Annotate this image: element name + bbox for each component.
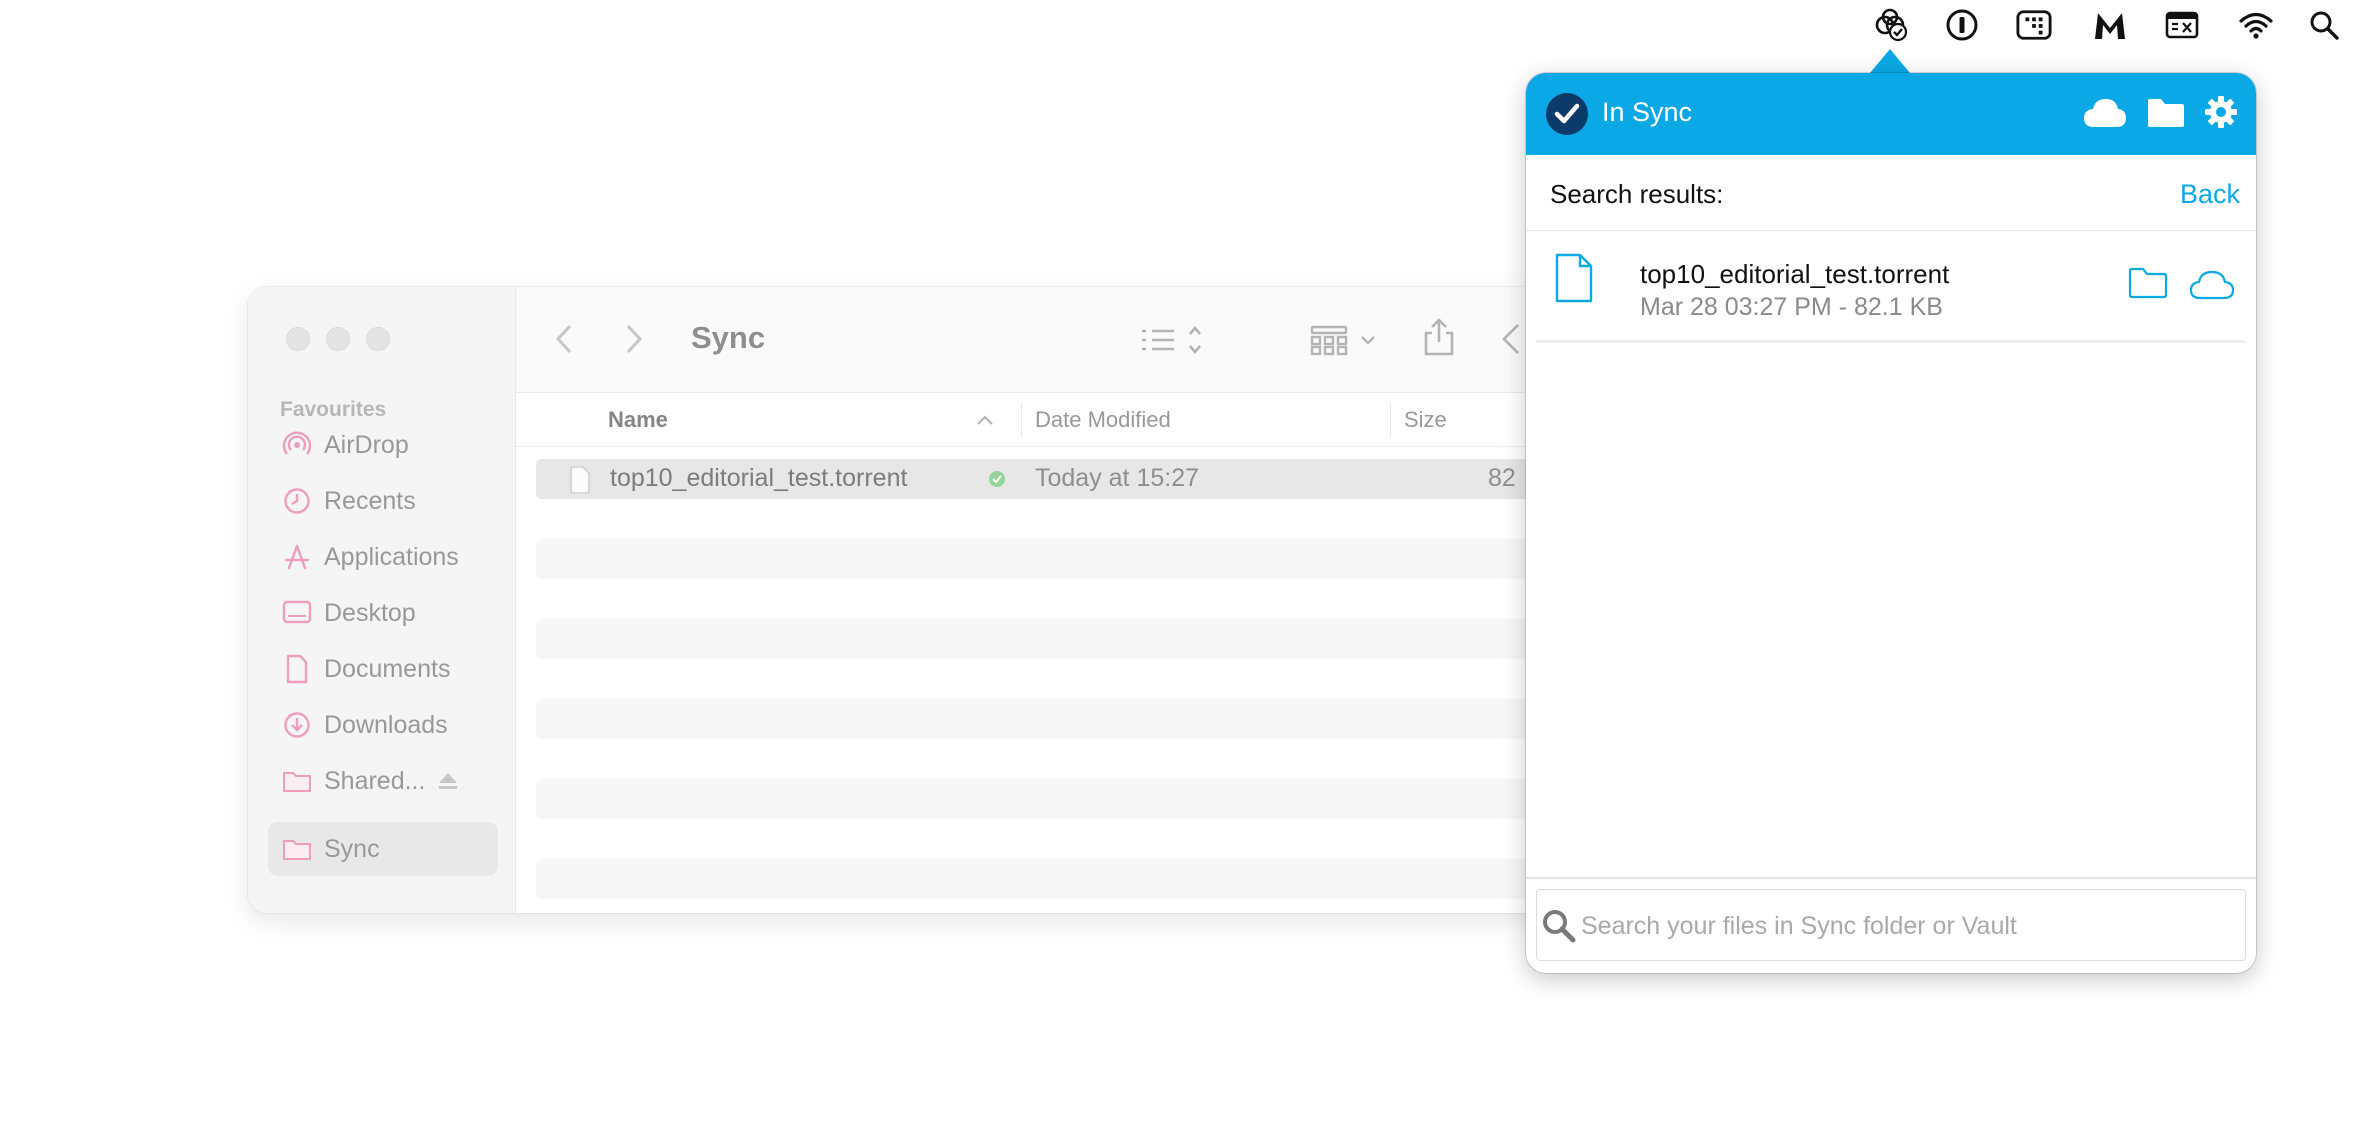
sidebar-item-label: Sync bbox=[324, 834, 380, 863]
sidebar-item-label: Documents bbox=[324, 654, 451, 683]
search-results-title: Search results: bbox=[1550, 179, 1724, 209]
clock-icon bbox=[280, 484, 314, 518]
search-icon bbox=[1539, 906, 1579, 946]
search-results-bar: Search results: Back bbox=[1526, 155, 2256, 231]
sidebar-item-sync[interactable]: Sync bbox=[268, 822, 498, 876]
file-name: top10_editorial_test.torrent bbox=[610, 464, 908, 492]
sync-status-text: In Sync bbox=[1602, 97, 1693, 127]
download-icon bbox=[280, 708, 314, 742]
sidebar-item-label: Recents bbox=[324, 486, 416, 515]
gear-icon[interactable] bbox=[2204, 95, 2238, 129]
table-row bbox=[536, 779, 1548, 819]
column-header: Name Date Modified Size bbox=[516, 393, 1548, 447]
file-date-modified: Today at 15:27 bbox=[1035, 464, 1200, 492]
share-icon[interactable] bbox=[1422, 317, 1456, 357]
airdrop-icon bbox=[280, 428, 314, 462]
applications-icon bbox=[280, 540, 314, 574]
sort-ascending-icon[interactable] bbox=[976, 413, 994, 427]
column-date-modified[interactable]: Date Modified bbox=[1035, 393, 1171, 447]
popover-arrow bbox=[1870, 49, 1910, 73]
document-icon bbox=[1554, 253, 1594, 303]
table-row bbox=[536, 699, 1548, 739]
column-size[interactable]: Size bbox=[1404, 393, 1447, 447]
sidebar-item-downloads[interactable]: Downloads bbox=[268, 698, 498, 752]
finder-toolbar: Sync bbox=[516, 287, 1548, 393]
folder-icon bbox=[280, 832, 314, 866]
desktop-icon bbox=[280, 596, 314, 630]
result-file-meta: Mar 28 03:27 PM - 82.1 KB bbox=[1640, 293, 1943, 321]
malwarebytes-icon[interactable] bbox=[2092, 8, 2128, 42]
cloud-icon[interactable] bbox=[2188, 269, 2236, 301]
search-input[interactable] bbox=[1581, 904, 2221, 948]
zoom-window-button[interactable] bbox=[366, 327, 390, 351]
synced-check-icon bbox=[988, 470, 1006, 488]
sidebar-item-airdrop[interactable]: AirDrop bbox=[268, 418, 498, 472]
finder-sidebar: Favourites AirDrop Recents Applications … bbox=[248, 287, 516, 913]
sync-popover: In Sync Search results: Back top10_edito… bbox=[1526, 73, 2256, 973]
popover-header: In Sync bbox=[1526, 73, 2256, 155]
window-title: Sync bbox=[691, 320, 766, 355]
back-chevron-icon[interactable] bbox=[554, 323, 574, 355]
sidebar-item-recents[interactable]: Recents bbox=[268, 474, 498, 528]
sync-menubar-icon[interactable] bbox=[1872, 8, 1908, 42]
sidebar-item-label: Downloads bbox=[324, 710, 448, 739]
table-row bbox=[536, 619, 1548, 659]
sidebar-item-documents[interactable]: Documents bbox=[268, 642, 498, 696]
popover-footer bbox=[1526, 877, 2256, 973]
eject-icon[interactable] bbox=[437, 771, 459, 791]
forward-chevron-icon[interactable] bbox=[624, 323, 644, 355]
sidebar-item-label: Desktop bbox=[324, 598, 416, 627]
close-window-button[interactable] bbox=[286, 327, 310, 351]
column-name[interactable]: Name bbox=[608, 393, 668, 447]
spotlight-search-icon[interactable] bbox=[2306, 8, 2342, 42]
wifi-icon[interactable] bbox=[2238, 8, 2274, 42]
minimize-window-button[interactable] bbox=[326, 327, 350, 351]
grid-app-icon[interactable] bbox=[2016, 8, 2052, 42]
list-view-icon[interactable] bbox=[1138, 323, 1208, 357]
result-file-name: top10_editorial_test.torrent bbox=[1640, 259, 1950, 289]
finder-window: Favourites AirDrop Recents Applications … bbox=[248, 287, 1548, 913]
sync-status-check-icon bbox=[1546, 93, 1588, 135]
table-row bbox=[536, 859, 1548, 899]
cloud-icon[interactable] bbox=[2082, 95, 2128, 131]
file-size: 82 bbox=[1488, 464, 1516, 492]
show-in-folder-icon[interactable] bbox=[2128, 267, 2168, 299]
sidebar-item-desktop[interactable]: Desktop bbox=[268, 586, 498, 640]
onepassword-icon[interactable] bbox=[1944, 8, 1980, 42]
sidebar-item-label: Shared... bbox=[324, 766, 426, 795]
back-button[interactable]: Back bbox=[2180, 179, 2240, 210]
folder-icon[interactable] bbox=[2146, 97, 2186, 129]
sidebar-item-label: AirDrop bbox=[324, 430, 409, 459]
sidebar-item-applications[interactable]: Applications bbox=[268, 530, 498, 584]
document-icon bbox=[568, 465, 592, 495]
group-view-icon[interactable] bbox=[1308, 323, 1382, 357]
table-row bbox=[536, 539, 1548, 579]
folder-icon bbox=[280, 764, 314, 798]
window-manager-icon[interactable] bbox=[2164, 8, 2200, 42]
sidebar-item-label: Applications bbox=[324, 542, 459, 571]
sidebar-item-shared[interactable]: Shared... bbox=[268, 754, 498, 808]
search-field[interactable] bbox=[1536, 889, 2246, 961]
document-icon bbox=[280, 652, 314, 686]
search-result-item[interactable]: top10_editorial_test.torrent Mar 28 03:2… bbox=[1536, 233, 2246, 343]
